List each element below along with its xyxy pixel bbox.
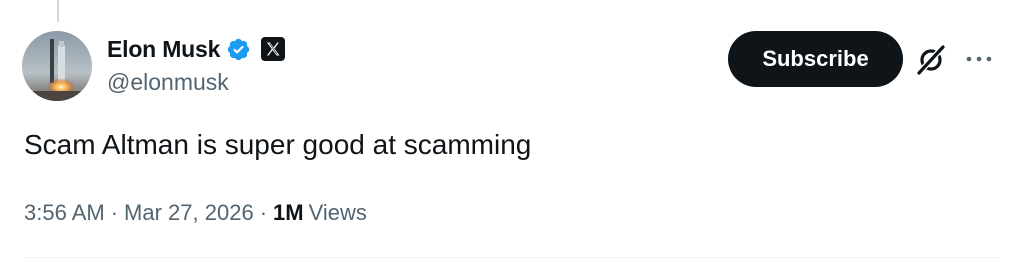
x-logo-icon[interactable] [261,37,286,61]
verified-badge-icon[interactable] [226,37,251,62]
thread-line [57,0,59,22]
subscribe-button[interactable]: Subscribe [728,31,903,87]
display-name[interactable]: Elon Musk [107,36,220,63]
grok-icon[interactable] [914,43,948,77]
views-count[interactable]: 1M [273,200,304,226]
avatar[interactable] [22,31,92,101]
meta-separator: · [110,200,119,225]
author-handle[interactable]: @elonmusk [107,69,229,96]
views-label[interactable]: Views [309,200,367,226]
tweet: Elon Musk @elonmusk Subscribe Scam Altma… [0,0,1024,259]
meta-separator: · [259,200,268,225]
tweet-text: Scam Altman is super good at scamming [24,129,532,160]
author-name-row: Elon Musk [107,33,286,65]
divider [24,257,1000,258]
tweet-date[interactable]: Mar 27, 2026 [124,200,254,226]
tweet-time[interactable]: 3:56 AM [24,200,105,226]
more-icon[interactable] [961,44,997,74]
tweet-meta: 3:56 AM · Mar 27, 2026 · 1M Views [24,200,367,226]
